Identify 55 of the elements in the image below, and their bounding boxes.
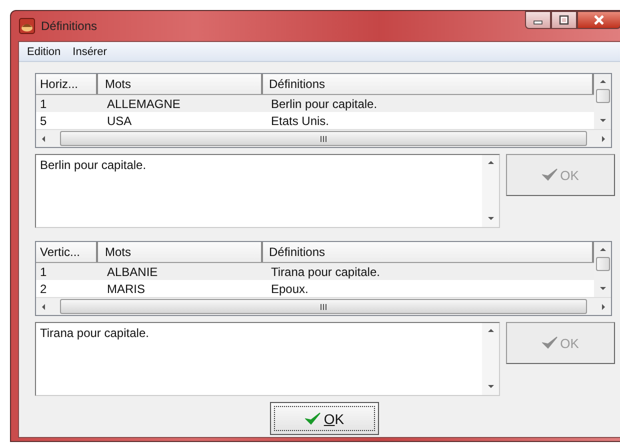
- scroll-up-icon[interactable]: [598, 78, 606, 86]
- check-icon: [542, 168, 558, 182]
- maximize-icon: [559, 15, 569, 25]
- scroll-down-icon[interactable]: [486, 215, 494, 223]
- ok-button[interactable]: OK: [270, 402, 379, 435]
- maximize-button[interactable]: [551, 11, 577, 29]
- column-header[interactable]: Définitions: [263, 74, 594, 94]
- definition-field[interactable]: Berlin pour capitale.: [35, 154, 500, 228]
- scroll-left-icon[interactable]: [40, 134, 48, 142]
- table-row[interactable]: 1 ALLEMAGNE Berlin pour capitale.: [36, 95, 594, 112]
- scrollbar-thumb[interactable]: [596, 89, 610, 103]
- column-header[interactable]: Horiz...: [36, 74, 98, 94]
- table-cell-text: Etats Unis.: [270, 114, 330, 128]
- close-icon: [593, 15, 605, 25]
- table-cell-text: 1: [39, 264, 48, 278]
- scroll-down-icon[interactable]: [486, 383, 494, 391]
- scrollbar-thumb[interactable]: [60, 299, 587, 314]
- minimize-button[interactable]: [525, 11, 551, 29]
- grip-icon: [320, 136, 327, 142]
- table-cell-text: 1: [39, 96, 48, 110]
- table-cell-text: ALLEMAGNE: [106, 96, 182, 110]
- table-cell-text: MARIS: [106, 282, 146, 296]
- table-cell-text: USA: [106, 114, 133, 128]
- table-cell-text: Tirana pour capitale.: [270, 264, 381, 278]
- scroll-up-icon[interactable]: [486, 159, 494, 167]
- app-icon: [19, 18, 35, 34]
- window-title: Définitions: [41, 19, 98, 33]
- table-row[interactable]: 5 USA Etats Unis.: [36, 112, 594, 129]
- table-cell-text: Epoux.: [270, 282, 310, 296]
- table-cell-text: 5: [39, 114, 48, 128]
- table-cell-text: Berlin pour capitale.: [270, 96, 378, 110]
- column-header[interactable]: Mots: [98, 74, 263, 94]
- table-cell-text: 2: [39, 282, 48, 296]
- definition-field[interactable]: Tirana pour capitale.: [35, 322, 500, 396]
- scroll-up-icon[interactable]: [598, 246, 606, 254]
- scrollbar-thumb[interactable]: [596, 257, 610, 271]
- scroll-right-icon[interactable]: [599, 134, 607, 142]
- grip-icon: [320, 304, 327, 310]
- column-header[interactable]: Définitions: [263, 242, 594, 262]
- column-header[interactable]: Vertic...: [36, 242, 98, 262]
- scroll-left-icon[interactable]: [40, 302, 48, 310]
- scroll-right-icon[interactable]: [599, 302, 607, 310]
- scroll-down-icon[interactable]: [598, 285, 606, 293]
- scrollbar-thumb[interactable]: [60, 131, 587, 146]
- menu-item[interactable]: Insérer: [72, 46, 107, 58]
- check-icon: [542, 336, 558, 350]
- scroll-down-icon[interactable]: [598, 117, 606, 125]
- close-button[interactable]: [577, 11, 620, 29]
- table-row[interactable]: 1 ALBANIE Tirana pour capitale.: [36, 263, 594, 280]
- table-cell-text: ALBANIE: [106, 264, 159, 278]
- menu-item[interactable]: Edition: [27, 46, 61, 58]
- column-header[interactable]: Mots: [98, 242, 263, 262]
- check-icon: [304, 412, 321, 426]
- scroll-up-icon[interactable]: [486, 327, 494, 335]
- table-row[interactable]: 2 MARIS Epoux.: [36, 280, 594, 297]
